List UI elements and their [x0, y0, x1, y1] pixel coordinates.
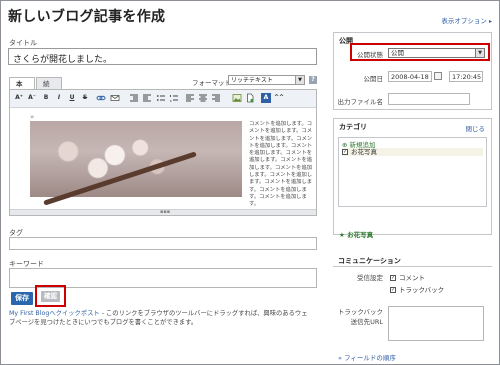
save-button[interactable]: 保存 [11, 292, 33, 305]
italic-icon[interactable]: I [54, 93, 64, 103]
category-list[interactable]: ⊕ 新規追加 ✓ お花写真 [338, 137, 487, 207]
trackback-send-label: トラックバック 送信先URL [337, 308, 383, 326]
filename-label: 出力ファイル名 [337, 98, 384, 106]
cursor-mark: » [30, 113, 35, 121]
outdent-icon[interactable] [142, 93, 152, 103]
image-icon[interactable] [232, 93, 242, 103]
tab-extended[interactable]: 続き [36, 77, 62, 100]
filename-input[interactable] [388, 93, 470, 105]
font-size-down-icon[interactable]: A⁻ [27, 93, 37, 103]
status-select[interactable]: 公開 ▼ [388, 48, 485, 58]
sample-text: コメントを追加します。コメントを追加します。コメントを追加します。コメントを追加… [249, 121, 313, 208]
arrow-right-icon: ▸ [488, 18, 492, 25]
comment-option[interactable]: ✓ コメント [390, 272, 425, 282]
date-label: 公開日 [363, 75, 384, 83]
editor-toolbar: A⁺ A⁻ B I U S A ^^ [10, 90, 316, 108]
resize-grip-icon: ▪▪▪ [160, 209, 171, 215]
time-input[interactable]: 17:20:45 [449, 71, 483, 82]
confirm-button[interactable]: 確認 [41, 291, 60, 302]
tab-body[interactable]: 本文 [9, 77, 35, 100]
category-item-label: お花写真 [351, 148, 377, 156]
field-order-label: フィールドの順序 [344, 354, 396, 362]
title-label: タイトル [9, 39, 37, 47]
date-input[interactable]: 2008-04-18 [388, 71, 432, 82]
trackback-option[interactable]: ✓ トラックバック [390, 284, 444, 294]
selected-category: ★ お花写真 [339, 229, 373, 239]
format-select[interactable]: リッチテキスト ▼ [228, 75, 305, 85]
align-left-icon[interactable] [185, 93, 195, 103]
comment-option-label: コメント [399, 274, 425, 282]
bold-icon[interactable]: B [41, 93, 51, 103]
format-value: リッチテキスト [231, 77, 273, 84]
align-right-icon[interactable] [211, 93, 221, 103]
arrow-right-icon: » [338, 354, 342, 362]
display-options-link[interactable]: 表示オプション ▸ [441, 15, 492, 25]
font-size-up-icon[interactable]: A⁺ [14, 93, 24, 103]
help-icon[interactable]: ? [309, 76, 317, 84]
calendar-icon[interactable] [434, 72, 442, 80]
page-title: 新しいブログ記事を作成 [8, 9, 166, 25]
trackback-url-textarea[interactable] [388, 306, 484, 341]
category-title: カテゴリ [339, 123, 367, 131]
category-panel: カテゴリ 閉じる ⊕ 新規追加 ✓ お花写真 ★ お花写真 [333, 118, 492, 239]
field-order-link[interactable]: » フィールドの順序 [338, 352, 396, 362]
editor-resize-bar[interactable]: ▪▪▪ [10, 209, 316, 215]
status-label: 公開状態 [357, 51, 383, 59]
underline-icon[interactable]: U [67, 93, 77, 103]
align-center-icon[interactable] [198, 93, 208, 103]
chevron-down-icon: ▼ [295, 76, 304, 84]
confirm-highlight: 確認 [35, 285, 66, 307]
status-value: 公開 [391, 49, 404, 57]
checkbox-checked-icon[interactable]: ✓ [390, 275, 396, 281]
display-options-label: 表示オプション [441, 17, 487, 25]
tag-input[interactable] [9, 237, 317, 250]
indent-icon[interactable] [129, 93, 139, 103]
rich-text-editor[interactable]: A⁺ A⁻ B I U S A ^^ » コメントを追加します。コメントを追加し… [9, 89, 317, 216]
quickpost-link[interactable]: My First Blogへクイックポスト [9, 310, 100, 317]
star-icon: ★ [339, 231, 345, 239]
bookmarklet-note: My First Blogへクイックポスト - このリンクをブラウザのツールバー… [9, 309, 309, 327]
text-color-icon[interactable]: A [261, 93, 271, 103]
email-icon[interactable] [110, 93, 120, 103]
strikethrough-icon[interactable]: S [80, 93, 90, 103]
accept-label: 受信設定 [357, 274, 383, 282]
category-close-link[interactable]: 閉じる [466, 123, 486, 133]
file-icon[interactable] [245, 93, 255, 103]
chevron-down-icon: ▼ [475, 49, 484, 57]
editor-content[interactable]: » コメントを追加します。コメントを追加します。コメントを追加します。コメントを… [10, 108, 316, 209]
checkbox-checked-icon[interactable]: ✓ [342, 149, 348, 155]
communication-title: コミュニケーション [338, 257, 401, 265]
numbered-list-icon[interactable] [169, 93, 179, 103]
trackback-option-label: トラックバック [399, 286, 445, 294]
selected-category-label: お花写真 [347, 231, 374, 239]
source-toggle-icon[interactable]: ^^ [274, 93, 284, 103]
category-item[interactable]: ✓ お花写真 [342, 148, 483, 156]
checkbox-checked-icon[interactable]: ✓ [390, 287, 396, 293]
bullet-list-icon[interactable] [156, 93, 166, 103]
cherry-blossom-photo[interactable] [30, 121, 242, 206]
divider [333, 266, 492, 267]
link-icon[interactable] [96, 93, 106, 103]
title-input[interactable]: さくらが開花しました。 [8, 48, 317, 65]
